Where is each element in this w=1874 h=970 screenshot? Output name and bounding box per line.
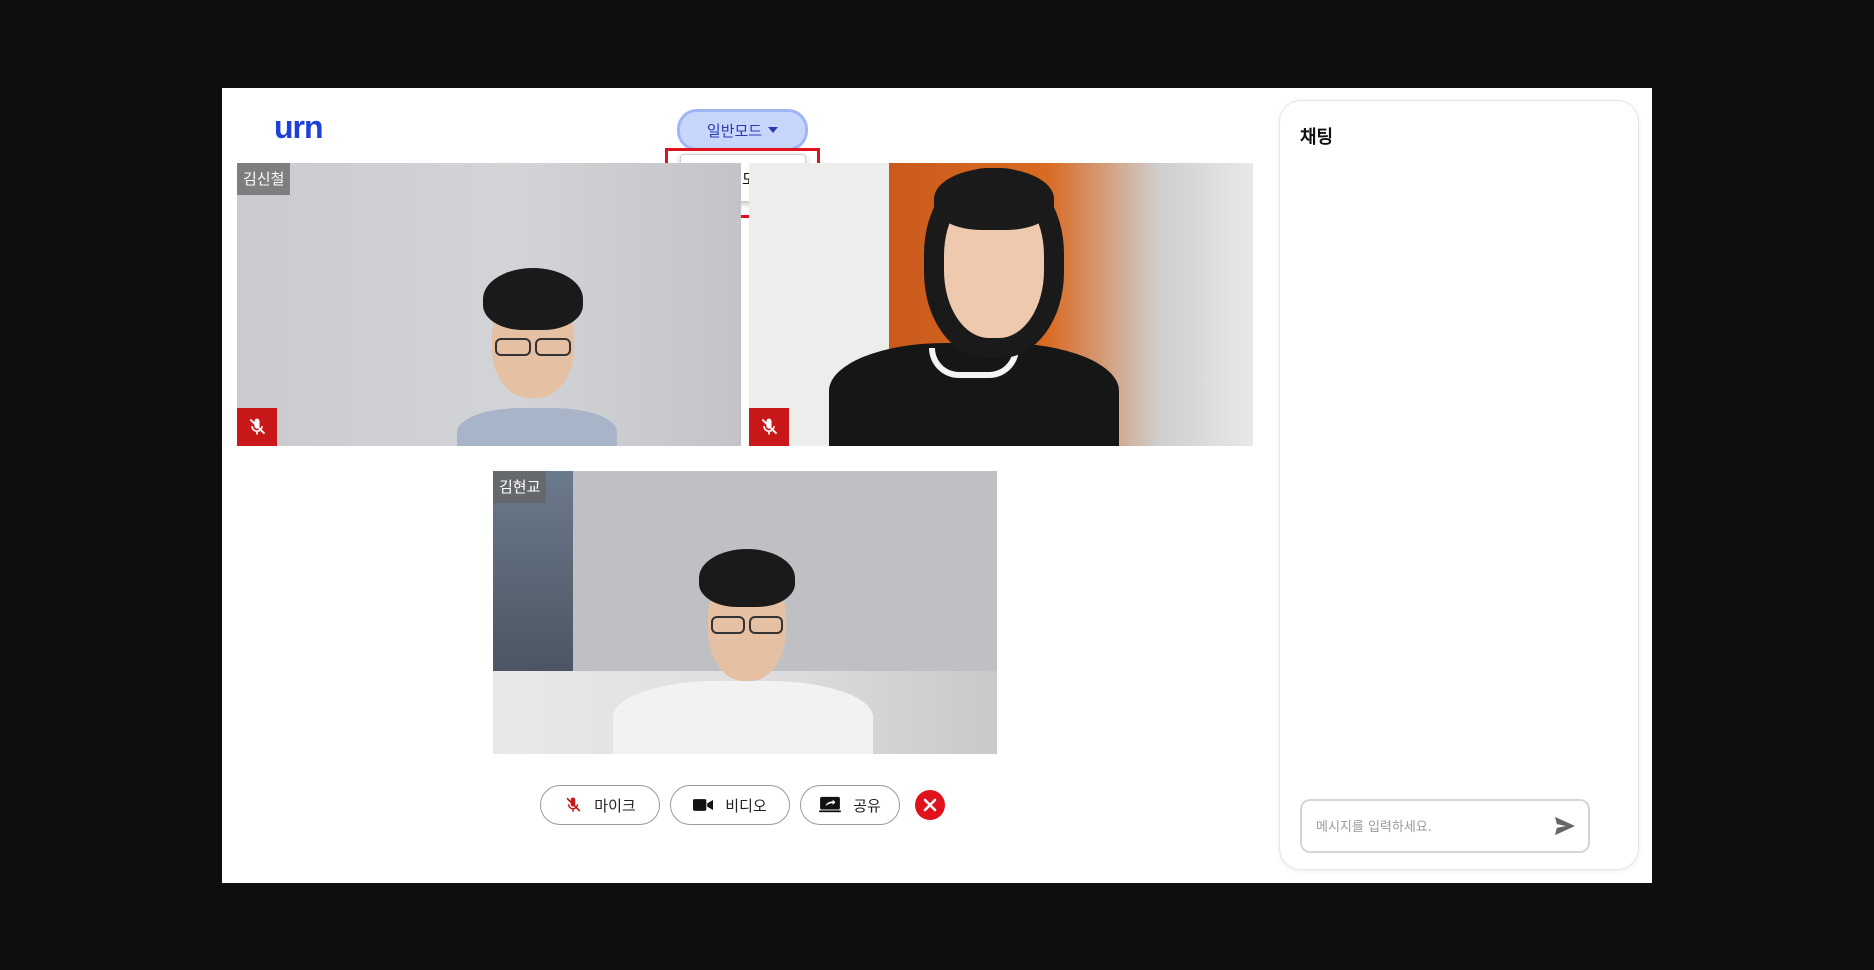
mic-button-label: 마이크: [594, 797, 636, 815]
video-tile: [749, 163, 1253, 446]
video-button-label: 비디오: [725, 797, 767, 815]
muted-mic-indicator: [237, 408, 277, 446]
caret-down-icon: [768, 127, 779, 133]
close-icon: [923, 798, 937, 812]
chat-panel: 채팅: [1279, 100, 1639, 870]
logo: urn: [274, 109, 324, 145]
leave-call-button[interactable]: [915, 790, 945, 820]
chat-message-input[interactable]: [1316, 815, 1536, 839]
mic-off-icon: [566, 797, 581, 812]
participant-name-tag: 김신철: [237, 163, 291, 195]
share-button[interactable]: 공유: [800, 785, 900, 825]
chat-title: 채팅: [1300, 127, 1334, 148]
send-icon[interactable]: [1554, 816, 1576, 836]
muted-mic-indicator: [749, 408, 789, 446]
mic-off-icon: [249, 418, 266, 435]
mode-current-label: 일반모드: [706, 121, 763, 140]
participant-name-tag: 김현교: [493, 471, 547, 503]
video-camera-icon: [693, 799, 714, 811]
mic-off-icon: [761, 418, 778, 435]
video-tile: 김현교: [493, 471, 997, 754]
screen-share-icon: [819, 796, 841, 813]
video-tile: 김신철: [237, 163, 741, 446]
mode-dropdown-button[interactable]: 일반모드: [677, 109, 808, 151]
chat-input-container: [1300, 799, 1590, 853]
meeting-app: urn 일반모드 면접모드 김신철 김현교 마이크 비디오 공유 채팅 메시지를…: [222, 88, 1652, 883]
logo-text: urn: [274, 109, 324, 145]
share-button-label: 공유: [853, 797, 881, 815]
mic-button[interactable]: 마이크: [540, 785, 660, 825]
video-button[interactable]: 비디오: [670, 785, 790, 825]
